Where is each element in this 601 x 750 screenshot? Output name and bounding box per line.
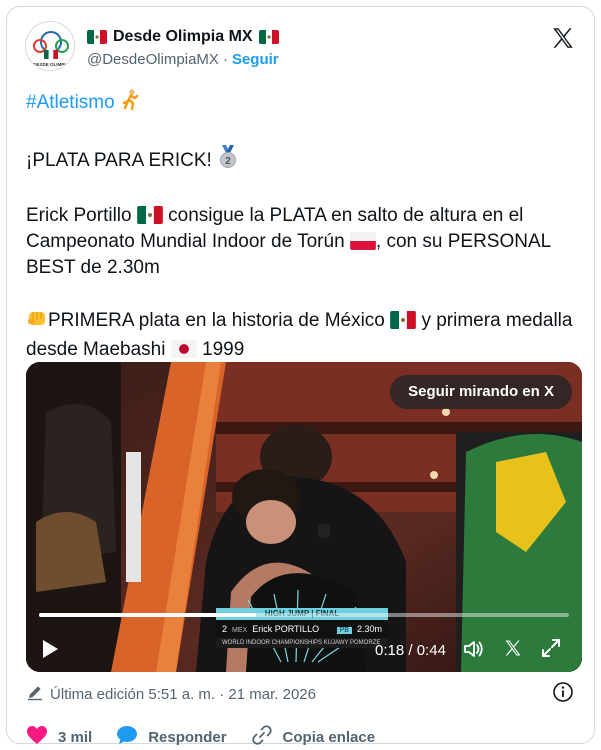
svg-text:2: 2 [225,156,231,167]
tweet-text: #Atletismo ¡PLATA PARA ERICK! 2 Erick Po… [26,89,581,363]
video-progress-bar[interactable] [39,613,569,617]
edited-timestamp[interactable]: Última edición 5:51 a. m. · 21 mar. 2026 [50,686,316,703]
video-progress-fill [39,613,257,617]
mexico-flag-icon [258,30,279,44]
mexico-flag-icon [390,311,417,329]
reply-button[interactable]: Responder [116,725,227,749]
tweet-embed-card[interactable]: DESDE OLIMPIA Desde Olimpia MX @DesdeOli… [6,6,595,746]
video-time-total: 0:44 [416,642,446,659]
runner-emoji-icon [120,89,140,119]
author-avatar[interactable]: DESDE OLIMPIA [25,21,75,71]
heart-icon [26,725,48,749]
silver-medal-icon: 2 [217,145,239,177]
video-player[interactable]: Seguir mirando en X HIGH JUMP | FINAL 2 … [26,362,582,672]
copy-link-button[interactable]: Copia enlace [251,724,376,750]
video-time-current: 0:18 [375,642,405,659]
author-display-name[interactable]: Desde Olimpia MX [113,27,253,47]
tweet-actions: 3 mil Responder Copia enlace [26,724,399,750]
mexico-flag-icon [87,30,107,44]
tweet-header: DESDE OLIMPIA Desde Olimpia MX @DesdeOli… [25,21,580,81]
author-handle[interactable]: @DesdeOlimpiaMX [87,50,219,70]
x-logo-icon[interactable] [503,638,523,663]
play-icon[interactable] [40,638,60,665]
edit-info[interactable]: Última edición 5:51 a. m. · 21 mar. 2026 [26,683,316,705]
hashtag-link[interactable]: #Atletismo [26,92,115,113]
video-time-separator: / [404,642,417,659]
para2-part-c: 1999 [202,339,245,360]
keep-watching-button[interactable]: Seguir mirando en X [390,375,572,409]
fist-emoji-icon [26,307,48,337]
edit-pencil-icon [26,683,44,705]
video-controls: 0:18 / 0:44 [26,628,582,672]
x-logo-icon[interactable] [550,25,576,51]
svg-text:DESDE OLIMPIA: DESDE OLIMPIA [33,62,69,67]
para1-part-a: Erick Portillo [26,205,132,226]
author-name-row[interactable]: Desde Olimpia MX [87,27,279,47]
headline-text: ¡PLATA PARA ERICK! [26,150,212,171]
video-time: 0:18 / 0:44 [375,642,446,659]
like-count: 3 mil [58,728,93,746]
volume-icon[interactable] [463,639,485,664]
japan-flag-icon [170,340,197,358]
separator-dot: · [222,51,228,68]
para2-part-a: PRIMERA plata en la historia de México [48,310,385,331]
copy-link-label: Copia enlace [282,728,376,746]
mexico-flag-icon [137,206,163,224]
follow-button[interactable]: Seguir [232,50,279,70]
link-icon [251,724,273,750]
fullscreen-icon[interactable] [541,638,561,663]
info-icon[interactable] [552,681,574,708]
like-button[interactable]: 3 mil [26,725,92,749]
reply-label: Responder [148,728,227,746]
reply-bubble-icon [116,725,138,749]
poland-flag-icon [350,232,376,250]
